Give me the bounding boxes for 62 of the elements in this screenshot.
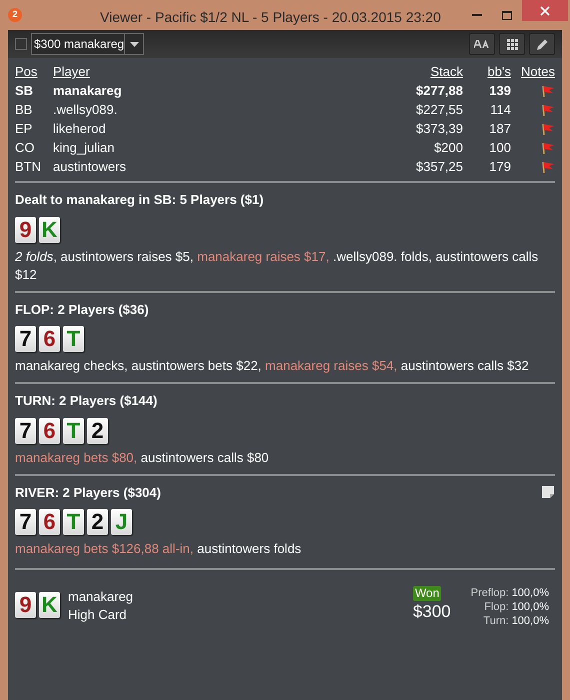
equity-label: Turn:	[483, 614, 509, 628]
position-cell-text: SB	[15, 82, 34, 100]
equity-label: Flop:	[484, 600, 509, 614]
street-heading: FLOP: 2 Players ($36)	[15, 300, 149, 319]
stack-cell-text: $200	[433, 139, 463, 157]
won-amount: $300	[412, 601, 451, 623]
big-blinds-cell-text: 100	[488, 139, 511, 157]
player-name-cell-text: king_julian	[53, 139, 116, 157]
playing-card: 9	[15, 216, 36, 242]
playing-card: 7	[15, 326, 36, 352]
winner-name: manakareg	[68, 588, 134, 606]
playing-card: K	[39, 592, 60, 618]
column-header[interactable]: bb's	[463, 62, 511, 81]
app-badge: 2	[8, 8, 22, 22]
playing-card: 6	[39, 418, 60, 444]
player-name-cell-text: austintowers	[53, 158, 127, 176]
playing-card: T	[63, 326, 84, 352]
big-blinds-cell-text: 139	[488, 82, 511, 100]
equity-value: 100,0%	[512, 600, 549, 614]
stack-cell-text: $277,88	[415, 82, 463, 100]
hand-dropdown[interactable]: $300 manakareg	[31, 33, 144, 55]
action-log: 2 folds, austintowers raises $5, manakareg raises $17, .wellsy089. folds, austintowers calls $12	[15, 248, 540, 284]
stack-cell-text: $227,55	[415, 101, 463, 119]
playing-card: 6	[39, 326, 60, 352]
playing-card: 6	[39, 509, 60, 535]
column-header[interactable]: Stack	[383, 62, 463, 81]
action-log: manakareg bets $126,88 all-in, austintowers folds	[15, 540, 302, 558]
column-header[interactable]: Pos	[15, 62, 53, 81]
equity-value: 100,0%	[512, 614, 549, 628]
column-header[interactable]: Player	[53, 62, 383, 81]
street-heading: TURN: 2 Players ($144)	[15, 392, 158, 410]
big-blinds-cell-text: 179	[488, 158, 511, 176]
playing-card: 7	[15, 509, 36, 535]
position-cell-text: EP	[15, 120, 34, 138]
playing-card: 2	[87, 418, 108, 444]
stack-cell-text: $373,39	[415, 120, 463, 138]
street-heading: RIVER: 2 Players ($304)	[15, 484, 161, 502]
street-heading: Dealt to manakareg in SB: 5 Players ($1)	[15, 191, 264, 209]
equity-value: 100,0%	[512, 586, 549, 600]
player-name-cell-text: manakareg	[53, 82, 123, 100]
equity-label: Preflop:	[470, 586, 509, 600]
column-header[interactable]: Notes	[511, 62, 555, 81]
won-badge: Won	[412, 586, 442, 601]
playing-card: 2	[87, 509, 108, 535]
hand-rank: High Card	[68, 606, 128, 624]
action-log: manakareg checks, austintowers bets $22, manakareg raises $54, austintowers calls $32	[15, 357, 530, 375]
position-cell-text: BTN	[15, 158, 42, 176]
action-log: manakareg bets $80, austintowers calls $80	[15, 448, 270, 466]
player-name-cell-text: likeherod	[53, 120, 107, 138]
big-blinds-cell-text: 187	[488, 120, 511, 138]
playing-card: 7	[15, 418, 36, 444]
window-title: Viewer - Pacific $1/2 NL - 5 Players - 20.03.2015 23:20	[100, 8, 441, 27]
big-blinds-cell-text: 114	[489, 101, 511, 119]
playing-card: K	[39, 216, 60, 242]
playing-card: T	[63, 509, 84, 535]
position-cell-text: CO	[15, 139, 36, 157]
player-name-cell-text: .wellsy089.	[53, 101, 118, 119]
stack-cell-text: $357,25	[415, 158, 463, 176]
position-cell-text: BB	[15, 101, 34, 119]
playing-card: T	[63, 418, 84, 444]
playing-card: 9	[15, 592, 36, 618]
playing-card: J	[111, 509, 132, 535]
